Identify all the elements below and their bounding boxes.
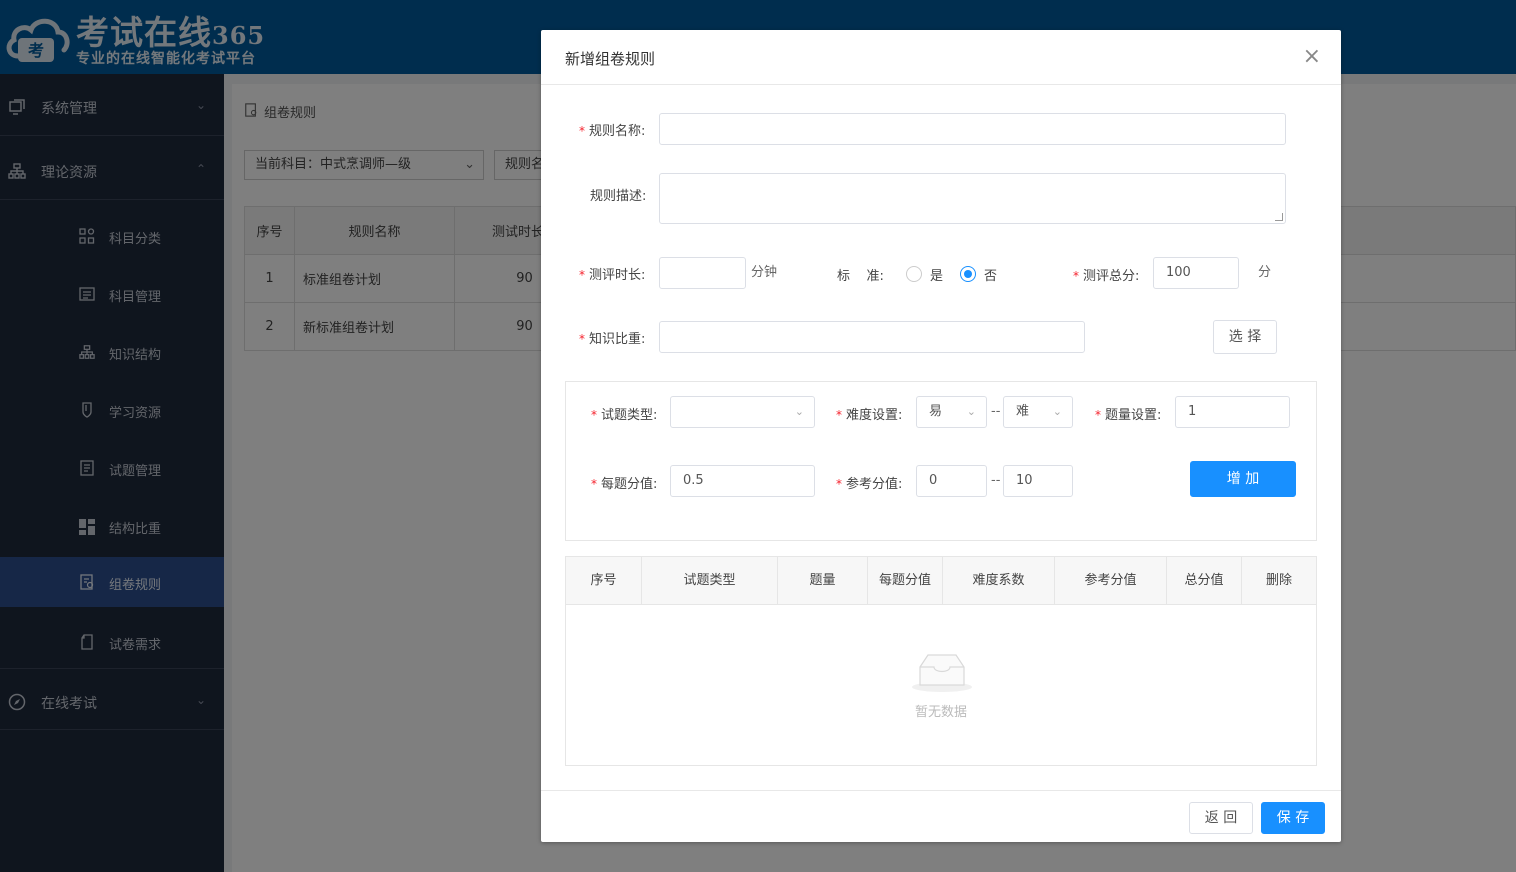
required-mark: *: [579, 268, 585, 282]
standard-yes-label[interactable]: 是: [930, 265, 943, 284]
difficulty-from-select[interactable]: 易 ⌄: [916, 396, 987, 428]
required-mark: *: [579, 332, 585, 346]
chevron-down-icon: ⌄: [1052, 405, 1062, 418]
total-score-label-text: 测评总分:: [1083, 269, 1140, 284]
new-rule-dialog: 新增组卷规则 × * 规则名称: 规则描述: * 测评时长: 分钟 标 准: 是 否…: [541, 30, 1341, 842]
difficulty-to-value: 难: [1016, 404, 1030, 419]
standard-label: 标 准:: [837, 269, 884, 284]
required-mark: *: [591, 408, 597, 422]
duration-label: * 测评时长:: [579, 264, 645, 283]
rule-name-input[interactable]: [659, 113, 1286, 145]
duration-unit: 分钟: [751, 265, 778, 280]
standard-no-label[interactable]: 否: [984, 265, 997, 284]
ref-score-label-text: 参考分值:: [846, 477, 903, 492]
dialog-footer: 返 回 保 存: [541, 790, 1341, 842]
question-settings-panel: * 试题类型: ⌄ * 难度设置: 易 ⌄ -- 难 ⌄ * 题量设置: 1 * 每题分…: [565, 381, 1317, 541]
quantity-input[interactable]: 1: [1175, 396, 1290, 428]
table-header: 删除: [1265, 573, 1292, 588]
required-mark: *: [579, 124, 585, 138]
rule-desc-label: 规则描述:: [590, 189, 647, 204]
empty-box-icon: [912, 654, 972, 692]
total-score-input[interactable]: 100: [1153, 257, 1239, 289]
duration-input[interactable]: [659, 257, 746, 289]
difficulty-label: * 难度设置:: [836, 404, 902, 423]
ref-score-from-input[interactable]: 0: [916, 465, 987, 497]
table-header: 每题分值: [868, 557, 943, 605]
chevron-down-icon: ⌄: [966, 405, 976, 418]
table-header-row: 序号 试题类型 题量 每题分值 难度系数 参考分值 总分值 删除: [566, 557, 1316, 605]
rule-name-label: * 规则名称:: [579, 120, 645, 139]
standard-yes-radio[interactable]: [906, 266, 922, 282]
difficulty-from-value: 易: [929, 404, 943, 419]
rule-desc-textarea[interactable]: [659, 173, 1286, 224]
knowledge-weight-input[interactable]: [659, 321, 1085, 353]
per-score-label: * 每题分值:: [591, 473, 657, 492]
required-mark: *: [1095, 408, 1101, 422]
ref-score-label: * 参考分值:: [836, 473, 902, 492]
required-mark: *: [591, 477, 597, 491]
close-icon[interactable]: ×: [1303, 44, 1321, 70]
knowledge-weight-label-text: 知识比重:: [589, 332, 646, 347]
total-score-unit: 分: [1258, 265, 1272, 280]
dialog-header: 新增组卷规则 ×: [541, 30, 1341, 85]
quantity-label: * 题量设置:: [1095, 404, 1161, 423]
range-separator: --: [991, 473, 1001, 488]
question-type-select[interactable]: ⌄: [670, 396, 815, 428]
chevron-down-icon: ⌄: [794, 405, 804, 418]
difficulty-to-select[interactable]: 难 ⌄: [1003, 396, 1073, 428]
select-button[interactable]: 选 择: [1213, 320, 1277, 354]
total-score-label: * 测评总分:: [1073, 265, 1139, 284]
table-header: 题量: [778, 557, 868, 605]
range-separator: --: [991, 404, 1001, 419]
question-settings-table: 序号 试题类型 题量 每题分值 难度系数 参考分值 总分值 删除 暂无数据: [565, 556, 1317, 766]
required-mark: *: [836, 477, 842, 491]
standard-no-radio[interactable]: [960, 266, 976, 282]
dialog-title: 新增组卷规则: [565, 50, 656, 68]
knowledge-weight-label: * 知识比重:: [579, 328, 645, 347]
table-header: 参考分值: [1055, 557, 1167, 605]
save-button[interactable]: 保 存: [1261, 802, 1325, 834]
table-header: 难度系数: [943, 557, 1055, 605]
ref-score-to-input[interactable]: 10: [1003, 465, 1073, 497]
table-header: 总分值: [1167, 557, 1242, 605]
resize-handle-icon[interactable]: [1275, 213, 1283, 221]
question-type-label: * 试题类型:: [591, 404, 657, 423]
rule-name-label-text: 规则名称:: [589, 124, 646, 139]
required-mark: *: [836, 408, 842, 422]
duration-label-text: 测评时长:: [589, 268, 646, 283]
per-score-input[interactable]: 0.5: [670, 465, 815, 497]
difficulty-label-text: 难度设置:: [846, 408, 903, 423]
required-mark: *: [1073, 269, 1079, 283]
per-score-label-text: 每题分值:: [601, 477, 658, 492]
quantity-label-text: 题量设置:: [1105, 408, 1162, 423]
question-type-label-text: 试题类型:: [601, 408, 658, 423]
table-header: 序号: [566, 557, 642, 605]
back-button[interactable]: 返 回: [1189, 802, 1253, 834]
empty-text: 暂无数据: [914, 705, 967, 720]
table-header: 试题类型: [642, 557, 778, 605]
add-button[interactable]: 增 加: [1190, 461, 1296, 497]
